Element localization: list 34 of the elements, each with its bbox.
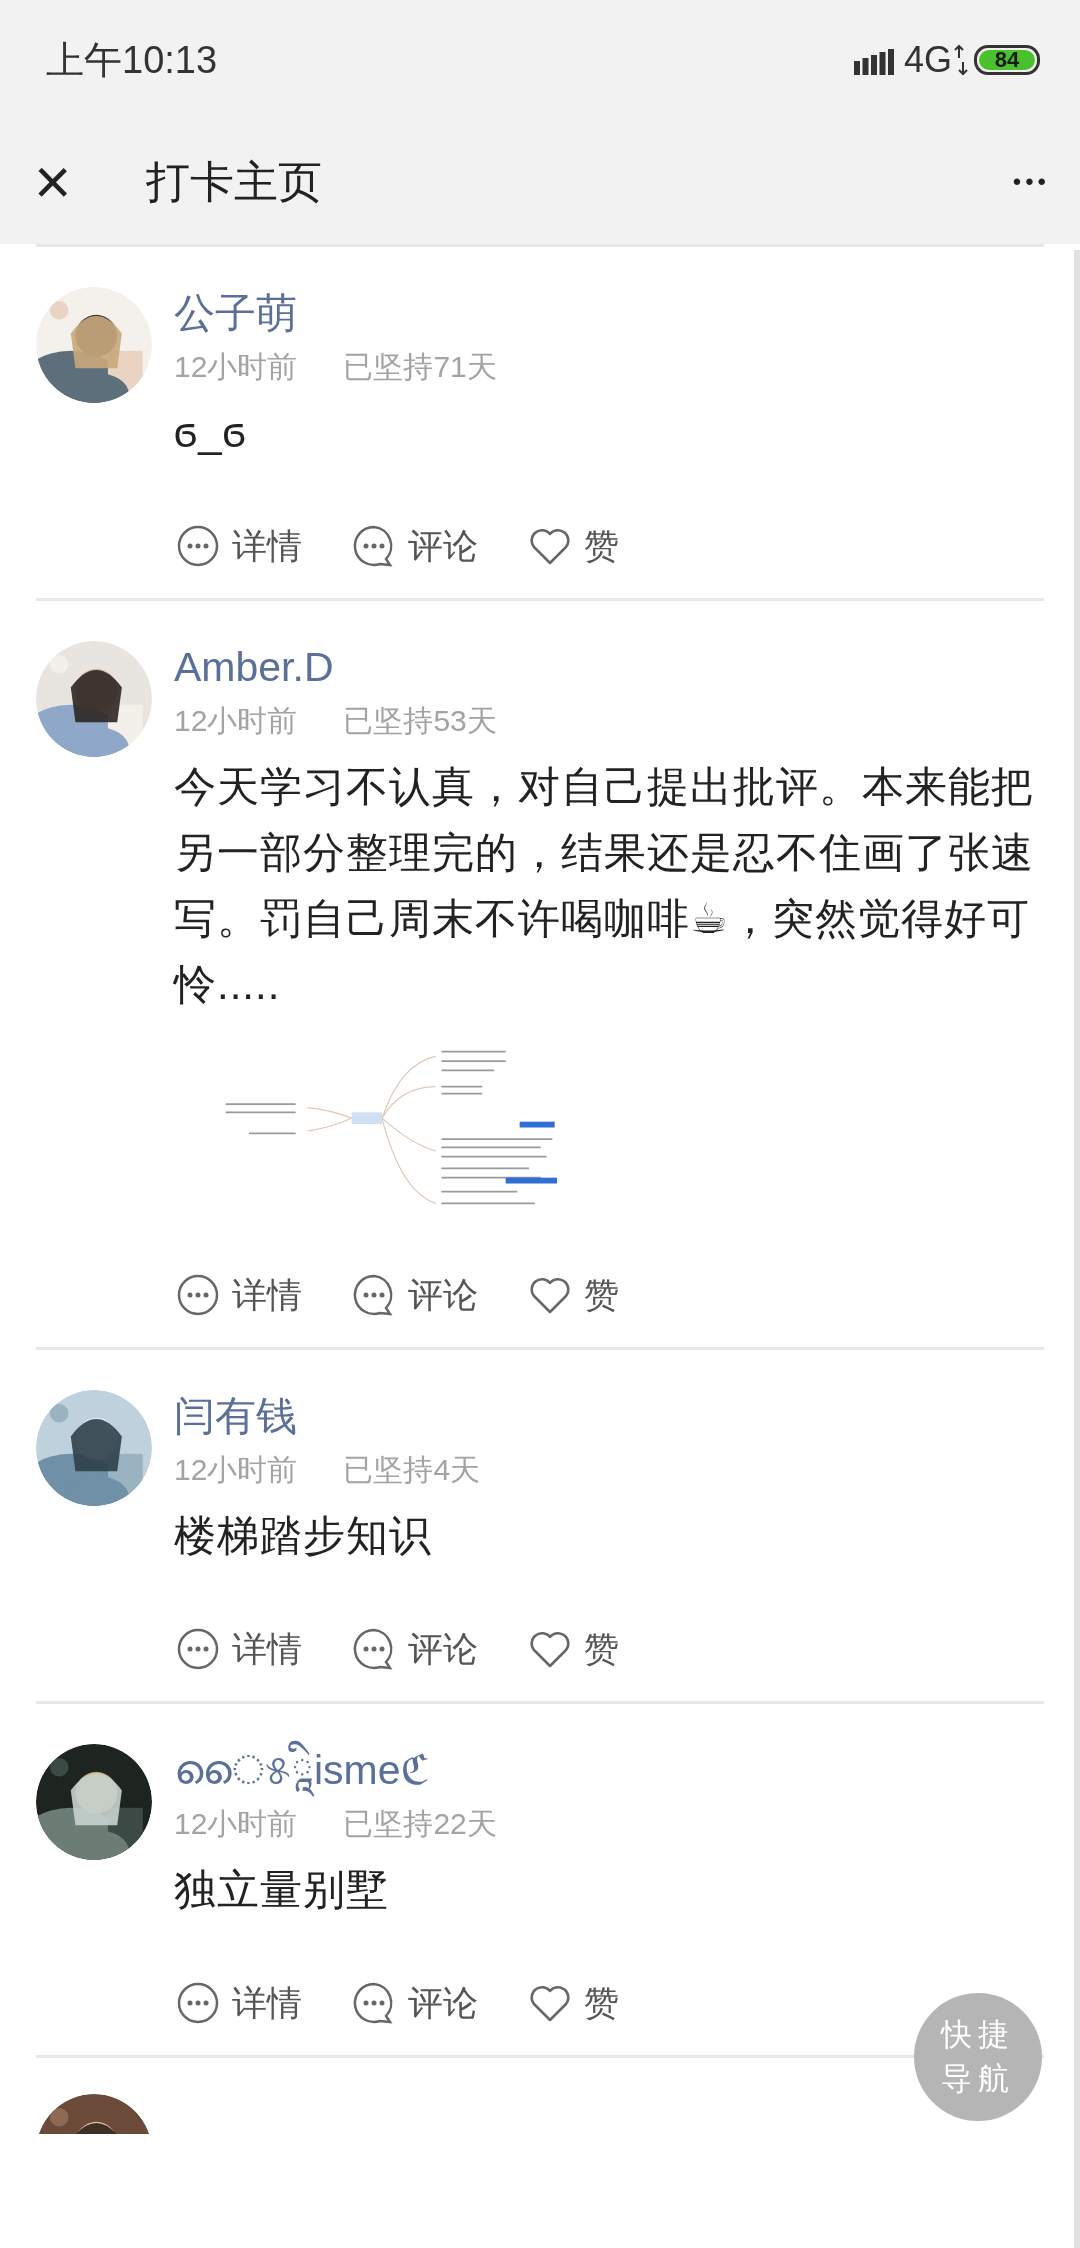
post-text: 独立量别墅 <box>174 1865 390 1915</box>
comment-button[interactable]: 评论 <box>350 522 478 570</box>
network-label: 4G <box>903 39 952 81</box>
page-title: 打卡主页 <box>146 155 323 208</box>
post-time: 12小时前 <box>174 349 298 385</box>
user-name[interactable]: 闫有钱 <box>174 1390 1044 1442</box>
user-name[interactable]: 公子萌 <box>174 287 1044 339</box>
comment-button[interactable]: 评论 <box>350 1979 478 2027</box>
post-text: 今天学习不认真，对自己提出批评。本来能把另一部分整理完的，结果还是忍不住画了张速写。罚自己周末不许喝咖啡☕，突然觉得好可怜..... <box>174 762 1035 1010</box>
like-button[interactable]: 赞 <box>526 522 619 570</box>
data-arrows-icon <box>954 44 968 76</box>
streak-days: 已坚持71天 <box>343 347 497 388</box>
post-text: 楼梯踏步知识 <box>174 1511 433 1561</box>
streak-days: 已坚持22天 <box>343 1804 497 1845</box>
detail-button[interactable]: 详情 <box>174 1625 302 1673</box>
post-text: ϭ_ϭ <box>174 408 248 458</box>
detail-button[interactable]: 详情 <box>174 1979 302 2027</box>
detail-button[interactable]: 详情 <box>174 1271 302 1319</box>
comment-button[interactable]: 评论 <box>350 1271 478 1319</box>
post-time: 12小时前 <box>174 1806 298 1842</box>
comment-button[interactable]: 评论 <box>350 1625 478 1673</box>
close-button[interactable]: × <box>34 150 94 214</box>
like-button[interactable]: 赞 <box>526 1625 619 1673</box>
user-name[interactable]: Amber.D <box>174 641 1044 693</box>
streak-days: 已坚持4天 <box>343 1450 481 1491</box>
like-button[interactable]: 赞 <box>526 1979 619 2027</box>
status-time: 上午10:13 <box>46 37 219 83</box>
detail-button[interactable]: 详情 <box>174 522 302 570</box>
more-button[interactable]: ••• <box>1012 168 1050 196</box>
streak-days: 已坚持53天 <box>343 701 497 742</box>
like-button[interactable]: 赞 <box>526 1271 619 1319</box>
post-time: 12小时前 <box>174 703 298 739</box>
post-time: 12小时前 <box>174 1452 298 1488</box>
battery-level: 84 <box>979 50 1035 70</box>
